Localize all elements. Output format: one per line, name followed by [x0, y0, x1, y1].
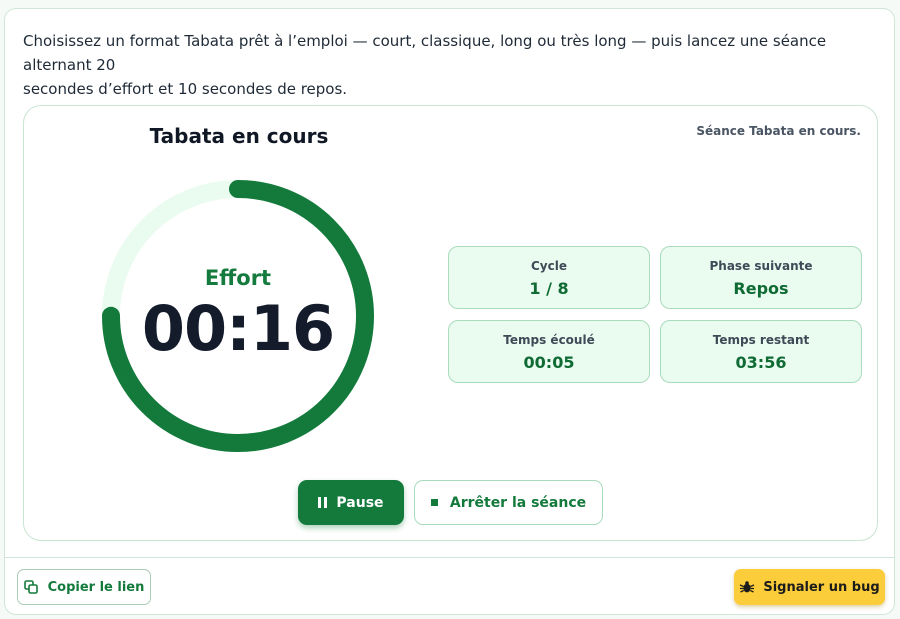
time-display: 00:16: [141, 292, 335, 365]
session-status: Séance Tabata en cours.: [696, 124, 861, 138]
stats-grid: Cycle 1 / 8 Phase suivante Repos Temps é…: [448, 246, 862, 384]
copy-link-button[interactable]: Copier le lien: [17, 569, 151, 605]
pause-button-label: Pause: [336, 494, 384, 511]
stat-value: 03:56: [735, 353, 787, 372]
app-window: Choisissez un format Tabata prêt à l’emp…: [4, 8, 895, 615]
footer-divider: [5, 557, 894, 558]
stat-cycle: Cycle 1 / 8: [448, 246, 650, 309]
stat-label: Temps écoulé: [503, 333, 595, 347]
report-bug-button[interactable]: Signaler un bug: [734, 569, 885, 605]
stat-value: 1 / 8: [529, 279, 569, 298]
stat-value: Repos: [733, 279, 789, 298]
phase-label: Effort: [204, 266, 272, 290]
stat-label: Cycle: [531, 259, 567, 273]
session-card: Tabata en cours Séance Tabata en cours. …: [23, 105, 878, 541]
session-title: Tabata en cours: [149, 124, 329, 148]
stop-session-button[interactable]: Arrêter la séance: [414, 480, 603, 525]
stat-label: Temps restant: [712, 333, 810, 347]
copy-icon: [23, 580, 38, 594]
stop-icon: [430, 499, 438, 506]
intro-line-2: secondes d’effort et 10 secondes de repo…: [23, 80, 348, 98]
intro-line-1: Choisissez un format Tabata prêt à l’emp…: [23, 32, 827, 74]
stat-label: Phase suivante: [709, 259, 813, 273]
report-bug-label: Signaler un bug: [763, 579, 880, 595]
stat-elapsed: Temps écoulé 00:05: [448, 320, 650, 383]
intro-text: Choisissez un format Tabata prêt à l’emp…: [23, 29, 863, 101]
pause-icon: [318, 497, 328, 508]
timer-ring: Effort 00:16: [98, 176, 378, 456]
copy-link-label: Copier le lien: [47, 579, 145, 595]
stat-value: 00:05: [523, 353, 575, 372]
bug-icon: [740, 581, 755, 593]
pause-button[interactable]: Pause: [298, 480, 404, 525]
stat-next-phase: Phase suivante Repos: [660, 246, 862, 309]
stop-button-label: Arrêter la séance: [449, 494, 587, 511]
stat-remaining: Temps restant 03:56: [660, 320, 862, 383]
